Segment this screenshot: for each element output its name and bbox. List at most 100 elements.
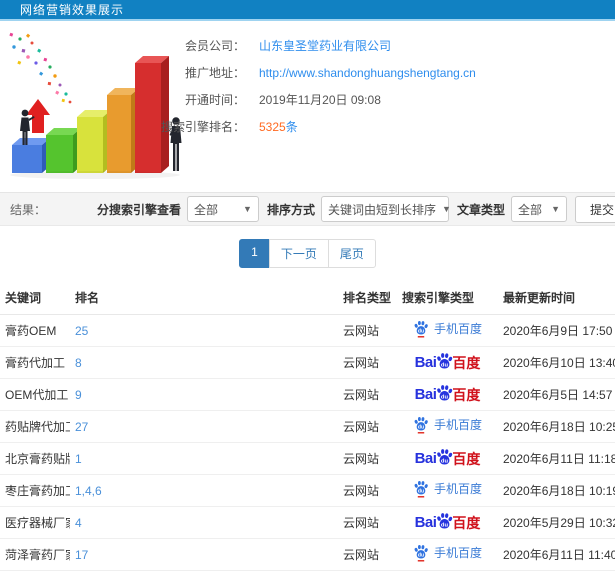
bar-orange [107, 88, 139, 173]
engine-type-cell: Bai du 百度 [397, 346, 498, 379]
updated-time-cell: 2020年6月11日 11:40 [498, 538, 615, 571]
rank-link[interactable]: 1 [70, 442, 338, 475]
page-1-button[interactable]: 1 [239, 239, 270, 268]
mobile-baidu-logo: du 手机百度 [413, 544, 482, 562]
promotion-url-label: 推广地址： [184, 66, 245, 80]
svg-text:du: du [418, 489, 424, 495]
keyword-cell: 医疗器械厂家 [0, 506, 70, 539]
confetti-dots [9, 32, 72, 104]
rank-link[interactable]: 1,4,6 [70, 474, 338, 507]
article-type-select[interactable]: 全部 ▼ [510, 196, 567, 222]
mobile-baidu-paw-icon: du [414, 545, 428, 562]
baidu-logo-bai-text: Bai [414, 514, 437, 531]
bar-blue [12, 138, 50, 173]
keyword-cell: 枣庄膏药加工 [0, 474, 70, 507]
mobile-baidu-logo: du 手机百度 [413, 480, 482, 498]
chevron-down-icon: ▼ [243, 204, 252, 214]
table-row: 医疗器械厂家 4 云网站 Bai du 百度 2020年5月29日 10:32 [0, 506, 615, 539]
col-rank-type: 排名类型 [338, 280, 397, 315]
promotion-url-link[interactable]: http://www.shandonghuangshengtang.cn [259, 66, 476, 80]
keyword-cell: 膏药OEM [0, 314, 70, 347]
mobile-baidu-label: 手机百度 [433, 546, 482, 560]
svg-text:du: du [441, 362, 449, 368]
keyword-cell: 菏泽膏药厂家 [0, 538, 70, 571]
table-row: OEM代加工 9 云网站 Bai du 百度 2020年6月5日 14:57 [0, 378, 615, 411]
table-row: 菏泽膏药厂家 17 云网站 du 手机百度 2020年6月11日 11:40 [0, 538, 615, 571]
updated-time-cell: 2020年6月18日 10:25 [498, 410, 615, 443]
opened-time-label: 开通时间： [184, 93, 245, 107]
engine-type-cell: Bai du 百度 [397, 506, 498, 539]
engine-view-select[interactable]: 全部 ▼ [186, 196, 259, 222]
rank-link[interactable]: 8 [70, 346, 338, 379]
info-row-rank-count: 搜索引擎排名： 5325条 [150, 113, 476, 140]
updated-time-cell: 2020年6月10日 13:40 [498, 346, 615, 379]
table-row: 膏药OEM 25 云网站 du 手机百度 2020年6月9日 17:50 [0, 314, 615, 347]
pagination: 1 下一页 尾页 [0, 239, 615, 268]
rank-type-cell: 云网站 [338, 410, 397, 443]
engine-type-cell: Bai du 百度 [397, 442, 498, 475]
rank-link[interactable]: 17 [70, 538, 338, 571]
app-header: 网络营销效果展示 [0, 0, 615, 21]
result-label: 结果： [10, 202, 47, 217]
baidu-logo-cn-text: 百度 [452, 450, 481, 467]
svg-text:du: du [441, 394, 449, 400]
updated-time-cell: 2020年5月29日 10:32 [498, 506, 615, 539]
table-row: 枣庄膏药加工 1,4,6 云网站 du 手机百度 2020年6月18日 10:1… [0, 474, 615, 507]
company-link[interactable]: 山东皇圣堂药业有限公司 [259, 37, 391, 54]
page-title: 网络营销效果展示 [20, 3, 125, 17]
results-table: 关键词 排名 排名类型 搜索引擎类型 最新更新时间 膏药OEM 25 云网站 d… [0, 280, 615, 571]
article-type-label: 文章类型 [456, 202, 505, 217]
engine-type-cell: du 手机百度 [397, 474, 498, 507]
mobile-baidu-paw-icon: du [414, 481, 428, 498]
baidu-logo-cn-text: 百度 [452, 354, 481, 371]
engine-view-label: 分搜索引擎查看 [96, 202, 181, 217]
baidu-logo: Bai du 百度 [414, 512, 480, 533]
sort-label: 排序方式 [266, 202, 315, 217]
rank-link[interactable]: 27 [70, 410, 338, 443]
last-page-button[interactable]: 尾页 [327, 239, 376, 268]
baidu-logo: Bai du 百度 [415, 448, 481, 469]
table-header-row: 关键词 排名 排名类型 搜索引擎类型 最新更新时间 [0, 280, 615, 315]
company-label: 会员公司： [184, 39, 245, 53]
rank-link[interactable]: 25 [70, 314, 338, 347]
mobile-baidu-logo: du 手机百度 [413, 320, 482, 338]
mobile-baidu-label: 手机百度 [433, 482, 482, 496]
rank-type-cell: 云网站 [338, 538, 397, 571]
rank-type-cell: 云网站 [338, 346, 397, 379]
rank-link[interactable]: 9 [70, 378, 338, 411]
updated-time-cell: 2020年6月18日 10:19 [498, 474, 615, 507]
updated-time-cell: 2020年6月9日 17:50 [498, 314, 615, 347]
article-type-selected: 全部 [517, 202, 542, 217]
baidu-logo-cn-text: 百度 [452, 386, 481, 403]
next-page-button[interactable]: 下一页 [268, 239, 329, 268]
chevron-down-icon: ▼ [441, 204, 451, 214]
updated-time-cell: 2020年6月11日 11:18 [498, 442, 615, 475]
opened-time-value: 2019年11月20日 09:08 [259, 93, 381, 107]
col-keyword: 关键词 [0, 280, 70, 315]
filter-controls: 分搜索引擎查看 全部 ▼ 排序方式 关键词由短到长排序 ▼ 文章类型 全部 ▼ … [89, 195, 615, 223]
info-section: 会员公司： 山东皇圣堂药业有限公司 推广地址： http://www.shand… [0, 21, 615, 192]
filter-bar: 结果： 分搜索引擎查看 全部 ▼ 排序方式 关键词由短到长排序 ▼ 文章类型 全… [0, 192, 615, 226]
col-rank: 排名 [70, 280, 338, 315]
keyword-cell: 膏药代加工 [0, 346, 70, 379]
table-row: 北京膏药贴牌 1 云网站 Bai du 百度 2020年6月11日 11:18 [0, 442, 615, 475]
bar-green [46, 128, 81, 173]
rank-count-number: 5325 [259, 120, 286, 134]
chevron-down-icon: ▼ [551, 204, 560, 214]
engine-rank-value: 5325条 [259, 118, 298, 135]
sort-selected: 关键词由短到长排序 [327, 202, 436, 217]
mobile-baidu-label: 手机百度 [433, 322, 482, 336]
rank-type-cell: 云网站 [338, 314, 397, 347]
info-row-opened: 开通时间： 2019年11月20日 09:08 [150, 86, 476, 113]
table-row: 膏药代加工 8 云网站 Bai du 百度 2020年6月10日 13:40 [0, 346, 615, 379]
mobile-baidu-paw-icon: du [414, 417, 428, 434]
bar-yellow [77, 110, 111, 173]
svg-text:du: du [441, 522, 449, 528]
submit-button[interactable]: 提交 [574, 195, 615, 223]
member-info-list: 会员公司： 山东皇圣堂药业有限公司 推广地址： http://www.shand… [150, 32, 476, 140]
baidu-logo: Bai du 百度 [415, 384, 481, 405]
sort-select[interactable]: 关键词由短到长排序 ▼ [320, 196, 451, 222]
info-row-company: 会员公司： 山东皇圣堂药业有限公司 [150, 32, 476, 59]
rank-link[interactable]: 4 [70, 506, 338, 539]
engine-type-cell: Bai du 百度 [397, 378, 498, 411]
